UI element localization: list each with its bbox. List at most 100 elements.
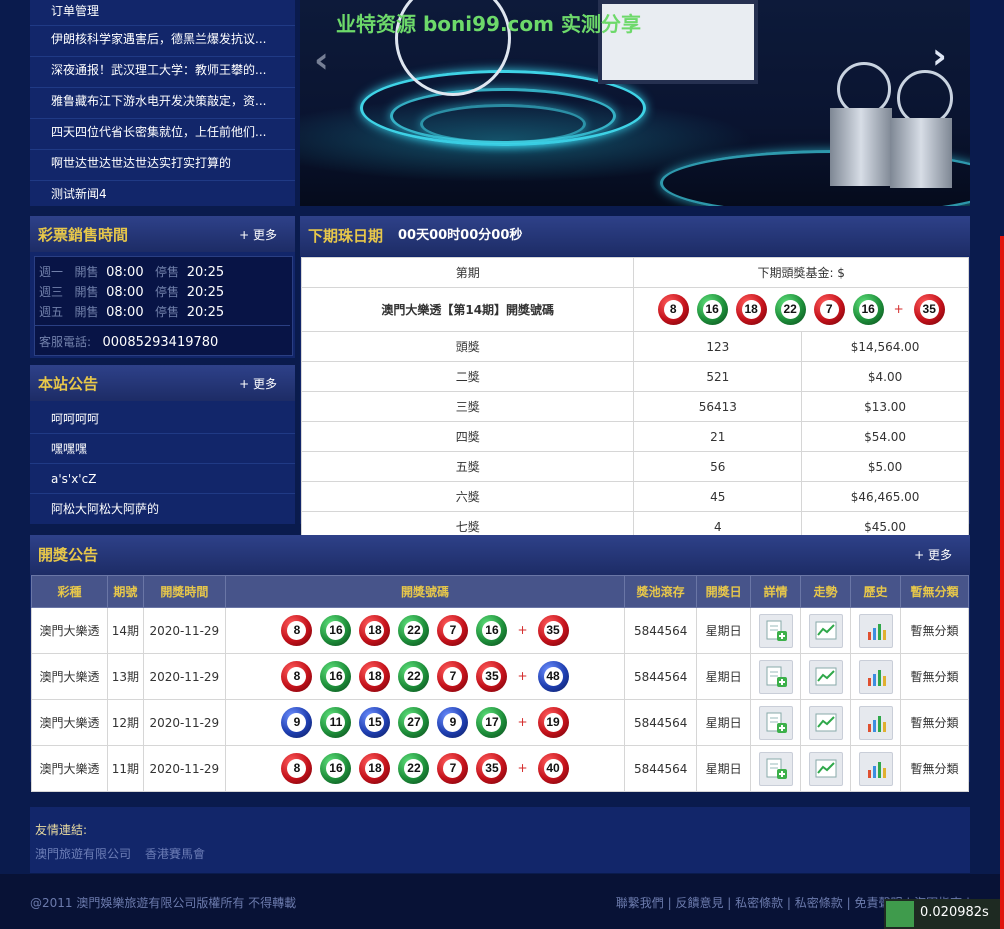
friend-link[interactable]: 香港賽馬會 xyxy=(145,845,205,862)
news-item[interactable]: 测试新闻4 xyxy=(30,181,295,211)
lottery-ball: 35 xyxy=(476,661,508,692)
banner-carousel: 业特资源 boni99.com 实测分享 ‹ › xyxy=(300,0,970,206)
prize-amount: $5.00 xyxy=(801,451,969,482)
history-icon[interactable] xyxy=(858,751,893,786)
panel-header: 本站公告 + 更多 xyxy=(30,365,295,401)
sales-schedule: 週一 開售 08:00 停售 20:25 週三 開售 08:00 停售 20:2… xyxy=(34,256,293,356)
detail-cell xyxy=(750,699,802,746)
lottery-ball: 9 xyxy=(437,707,469,738)
friend-link[interactable]: 澳門旅遊有限公司 xyxy=(35,845,131,862)
lottery-ball: 35 xyxy=(913,294,945,325)
lottery-ball: 16 xyxy=(320,753,352,784)
trend-icon[interactable] xyxy=(808,705,843,740)
trend-cell xyxy=(800,745,852,792)
detail-icon[interactable] xyxy=(758,705,793,740)
prize-name: 五獎 xyxy=(300,451,635,482)
stage-ring xyxy=(420,104,586,144)
ball-number: 35 xyxy=(485,669,499,683)
column-header: 彩種 xyxy=(31,575,108,608)
draw-date: 2020-11-29 xyxy=(142,699,226,746)
notice-item[interactable]: 呵呵呵呵 xyxy=(30,404,295,434)
detail-icon[interactable] xyxy=(758,751,793,786)
more-link[interactable]: + 更多 xyxy=(239,216,277,254)
table-row: 第期 下期頭獎基金: $ xyxy=(300,257,969,288)
ball-number: 15 xyxy=(368,715,382,729)
trend-icon[interactable] xyxy=(808,613,843,648)
column-header: 開獎日 xyxy=(696,575,752,608)
prize-amount: $4.00 xyxy=(801,361,969,392)
notice-item[interactable]: a's'x'cZ xyxy=(30,464,295,494)
history-cell xyxy=(850,745,902,792)
lottery-ball: 8 xyxy=(281,615,313,646)
open-label: 開售 xyxy=(74,265,99,279)
news-item[interactable]: 啊世达世达世达世达实打实打算的 xyxy=(30,150,295,181)
next-draw-panel: 下期珠日期 00天00时00分00秒 第期 下期頭獎基金: $ 澳門大樂透【第1… xyxy=(300,216,970,542)
debug-timer: 0.020982s xyxy=(884,899,1000,929)
lottery-ball: 22 xyxy=(774,294,806,325)
ball-number: 27 xyxy=(407,715,421,729)
history-icon[interactable] xyxy=(858,705,893,740)
lottery-ball: 7 xyxy=(813,294,845,325)
lottery-ball: 35 xyxy=(476,753,508,784)
period: 14期 xyxy=(106,607,144,654)
ball-number: 18 xyxy=(368,761,382,775)
winning-numbers: 9 11 15 27 9 17 +19 xyxy=(224,699,626,746)
ball-number: 22 xyxy=(407,669,421,683)
lottery-ball: 15 xyxy=(359,707,391,738)
friend-links-label: 友情連結: xyxy=(35,823,88,837)
open-time: 08:00 xyxy=(106,305,144,320)
trend-icon[interactable] xyxy=(808,659,843,694)
lottery-ball: 22 xyxy=(398,615,430,646)
detail-icon[interactable] xyxy=(758,613,793,648)
news-item[interactable]: 四天四位代省长密集就位，上任前他们... xyxy=(30,119,295,150)
prize-amount: $46,465.00 xyxy=(801,481,969,512)
chevron-right-icon[interactable]: › xyxy=(932,36,947,77)
ball-number: 16 xyxy=(329,669,343,683)
divider xyxy=(35,325,290,326)
history-icon[interactable] xyxy=(858,659,893,694)
lottery-ball: 16 xyxy=(476,615,508,646)
prize-row: 三獎 56413 $13.00 xyxy=(300,391,969,422)
more-link[interactable]: + 更多 xyxy=(239,365,277,403)
prize-name: 頭獎 xyxy=(300,331,635,362)
ball-number: 35 xyxy=(485,761,499,775)
lottery-ball: 11 xyxy=(320,707,352,738)
lottery-ball: 18 xyxy=(359,661,391,692)
history-icon[interactable] xyxy=(858,613,893,648)
ball-number: 48 xyxy=(546,669,560,683)
notice-item[interactable]: 嘿嘿嘿 xyxy=(30,434,295,464)
detail-icon[interactable] xyxy=(758,659,793,694)
news-item[interactable]: 深夜通报！武汉理工大学：教师王攀的... xyxy=(30,57,295,88)
column-header: 走勢 xyxy=(800,575,852,608)
notice-item[interactable]: 阿松大阿松大阿萨的 xyxy=(30,494,295,524)
prize-amount: $54.00 xyxy=(801,421,969,452)
news-item[interactable]: 伊朗核科学家遇害后，德黑兰爆发抗议... xyxy=(30,26,295,57)
lottery-ball: 18 xyxy=(359,615,391,646)
prize-table: 第期 下期頭獎基金: $ 澳門大樂透【第14期】開獎號碼 8 16 18 22 7 16 +… xyxy=(300,257,969,542)
category: 暫無分類 xyxy=(900,699,969,746)
news-item[interactable]: 雅鲁藏布江下游水电开发决策敲定，资... xyxy=(30,88,295,119)
more-link[interactable]: + 更多 xyxy=(914,535,952,575)
jackpot-label: 下期頭獎基金: $ xyxy=(633,257,969,288)
chevron-left-icon[interactable]: ‹ xyxy=(314,40,329,81)
friend-links: 友情連結: 澳門旅遊有限公司 香港賽馬會 xyxy=(30,807,970,873)
prize-count: 521 xyxy=(633,361,803,392)
prize-count: 21 xyxy=(633,421,803,452)
ball-number: 18 xyxy=(368,623,382,637)
ball-number: 8 xyxy=(293,761,301,775)
ball-number: 19 xyxy=(546,715,560,729)
lottery-ball: 16 xyxy=(320,615,352,646)
lottery-ball: 8 xyxy=(281,753,313,784)
day-label: 週一 xyxy=(39,265,64,279)
ball-number: 35 xyxy=(922,302,936,316)
open-time: 08:00 xyxy=(106,265,144,280)
ball-number: 7 xyxy=(449,761,457,775)
plus-sign: + xyxy=(893,302,904,316)
panel-title: 下期珠日期 xyxy=(308,227,384,245)
trend-icon[interactable] xyxy=(808,751,843,786)
history-cell xyxy=(850,607,902,654)
news-item[interactable]: 订单管理 xyxy=(30,0,295,26)
ball-number: 40 xyxy=(546,761,560,775)
panel-header: 開獎公告 + 更多 xyxy=(30,535,970,575)
copyright: @2011 澳門娛樂旅遊有限公司版權所有 不得轉載 xyxy=(30,896,297,910)
